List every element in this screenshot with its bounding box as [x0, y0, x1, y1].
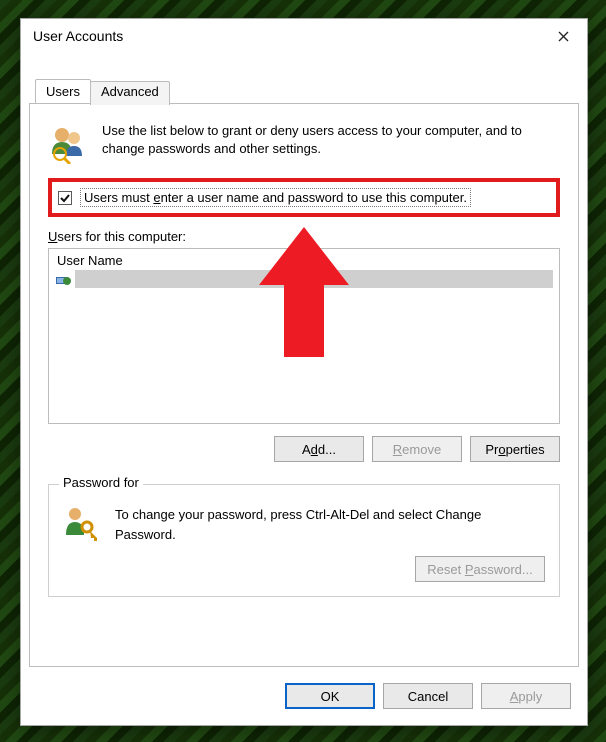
list-item[interactable] [51, 270, 557, 288]
checkmark-icon [60, 193, 70, 203]
users-list[interactable]: User Name [48, 248, 560, 424]
titlebar: User Accounts [21, 19, 587, 53]
users-button-row: Add... Remove Properties [48, 436, 560, 462]
users-list-label: Users for this computer: [48, 229, 560, 244]
cancel-button[interactable]: Cancel [383, 683, 473, 709]
tab-panel-users: Use the list below to grant or deny user… [29, 103, 579, 667]
close-button[interactable] [543, 21, 583, 51]
apply-button: Apply [481, 683, 571, 709]
highlight-box: Users must enter a user name and passwor… [48, 178, 560, 217]
dialog-button-row: OK Cancel Apply [285, 683, 571, 709]
tab-strip: Users Advanced [35, 79, 169, 103]
list-item-selection [75, 270, 553, 288]
remove-button: Remove [372, 436, 462, 462]
add-button[interactable]: Add... [274, 436, 364, 462]
tab-users[interactable]: Users [35, 79, 91, 103]
close-icon [558, 31, 569, 42]
password-group: Password for To change your password, pr… [48, 484, 560, 597]
require-password-checkbox[interactable] [58, 191, 72, 205]
password-group-caption: Password for [59, 475, 143, 490]
user-accounts-dialog: User Accounts Users Advanced Use the lis… [20, 18, 588, 726]
intro-text: Use the list below to grant or deny user… [102, 122, 560, 158]
users-icon [48, 124, 88, 164]
require-password-label[interactable]: Users must enter a user name and passwor… [80, 188, 471, 207]
reset-password-button: Reset Password... [415, 556, 545, 582]
client-area: Users Advanced Use the list below to gra… [29, 79, 579, 667]
intro-row: Use the list below to grant or deny user… [48, 122, 560, 162]
key-icon [63, 505, 99, 541]
password-instruction: To change your password, press Ctrl-Alt-… [115, 505, 545, 544]
window-title: User Accounts [33, 28, 543, 44]
user-icon [55, 273, 71, 285]
tab-advanced[interactable]: Advanced [90, 81, 170, 105]
require-password-row: Users must enter a user name and passwor… [58, 188, 550, 207]
ok-button[interactable]: OK [285, 683, 375, 709]
properties-button[interactable]: Properties [470, 436, 560, 462]
column-header-username[interactable]: User Name [51, 251, 557, 270]
